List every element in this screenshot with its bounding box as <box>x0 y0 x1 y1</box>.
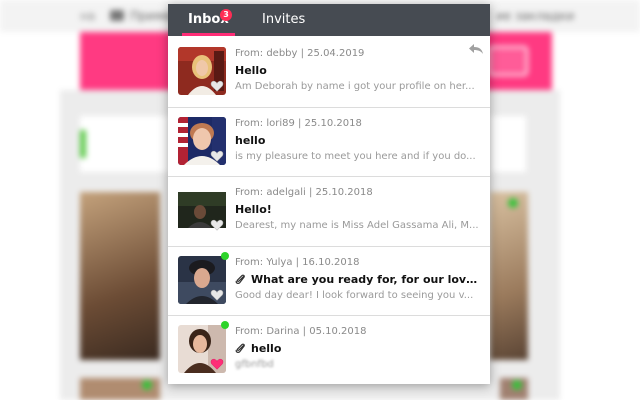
avatar <box>178 255 226 304</box>
background-photo <box>80 192 160 360</box>
message-from: From: lori89 | 25.10.2018 <box>235 117 362 129</box>
message-item[interactable]: From: Darina | 05.10.2018 hello gfbnfbd <box>168 316 490 384</box>
avatar <box>178 116 226 165</box>
online-dot <box>512 380 522 390</box>
message-subject-text: hello <box>251 342 282 355</box>
like-heart-icon[interactable] <box>210 288 224 302</box>
like-heart-icon[interactable] <box>210 218 224 232</box>
message-preview: Good day dear! I look forward to seeing … <box>235 289 474 301</box>
background-photo <box>490 192 528 360</box>
message-subject: What are you ready for, for our love an.… <box>235 273 481 286</box>
folder-icon <box>110 10 124 21</box>
message-subject: hello <box>235 342 481 355</box>
message-subject: hello <box>235 134 481 147</box>
online-indicator <box>221 251 229 260</box>
tab-bar: Inbox 3 Invites <box>168 4 490 36</box>
message-subject-text: Hello! <box>235 203 272 216</box>
message-subject-text: hello <box>235 133 266 147</box>
attachment-icon <box>235 274 245 284</box>
attachment-icon <box>235 343 245 353</box>
message-item[interactable]: From: adelgali | 25.10.2018 Hello! Deare… <box>168 177 490 247</box>
avatar <box>178 325 226 373</box>
avatar <box>178 47 226 95</box>
message-item[interactable]: From: lori89 | 25.10.2018 hello is my pl… <box>168 108 490 177</box>
message-from: From: Darina | 05.10.2018 <box>235 326 367 337</box>
message-preview: Dearest, my name is Miss Adel Gassama Al… <box>235 220 479 231</box>
bookmark-item: на <box>80 9 96 23</box>
message-from: From: debby | 25.04.2019 <box>235 48 365 59</box>
online-indicator <box>221 321 229 329</box>
like-heart-icon[interactable] <box>210 79 224 93</box>
message-item[interactable]: From: Yulya | 16.10.2018 What are you re… <box>168 247 490 316</box>
tab-invites-label: Invites <box>262 12 306 27</box>
messages-popup: Inbox 3 Invites From: debby | 25.04.2019… <box>168 4 490 384</box>
like-heart-icon[interactable] <box>210 149 224 163</box>
background-card <box>490 116 526 172</box>
message-subject-text: What are you ready for, for our love an.… <box>251 272 481 286</box>
inbox-unread-badge: 3 <box>220 9 232 21</box>
message-from: From: adelgali | 25.10.2018 <box>235 187 373 198</box>
message-preview: Am Deborah by name i got your profile on… <box>235 81 475 92</box>
online-dot <box>508 198 518 208</box>
online-dot <box>142 380 152 390</box>
message-preview: is my pleasure to meet you here and if y… <box>235 150 476 162</box>
like-heart-icon[interactable] <box>210 357 224 371</box>
message-subject: Hello! <box>235 203 481 216</box>
message-list: From: debby | 25.04.2019 Hello Am Debora… <box>168 38 490 384</box>
message-preview: gfbnfbd <box>235 359 274 370</box>
header-button <box>488 46 528 76</box>
background-card <box>80 116 170 172</box>
message-subject: Hello <box>235 64 481 77</box>
message-item[interactable]: From: debby | 25.04.2019 Hello Am Debora… <box>168 38 490 108</box>
avatar <box>178 186 226 234</box>
tab-invites[interactable]: Invites <box>262 4 305 36</box>
bookmark-item: ие закладки <box>496 9 575 23</box>
message-from: From: Yulya | 16.10.2018 <box>235 256 360 268</box>
message-subject-text: Hello <box>235 64 267 77</box>
